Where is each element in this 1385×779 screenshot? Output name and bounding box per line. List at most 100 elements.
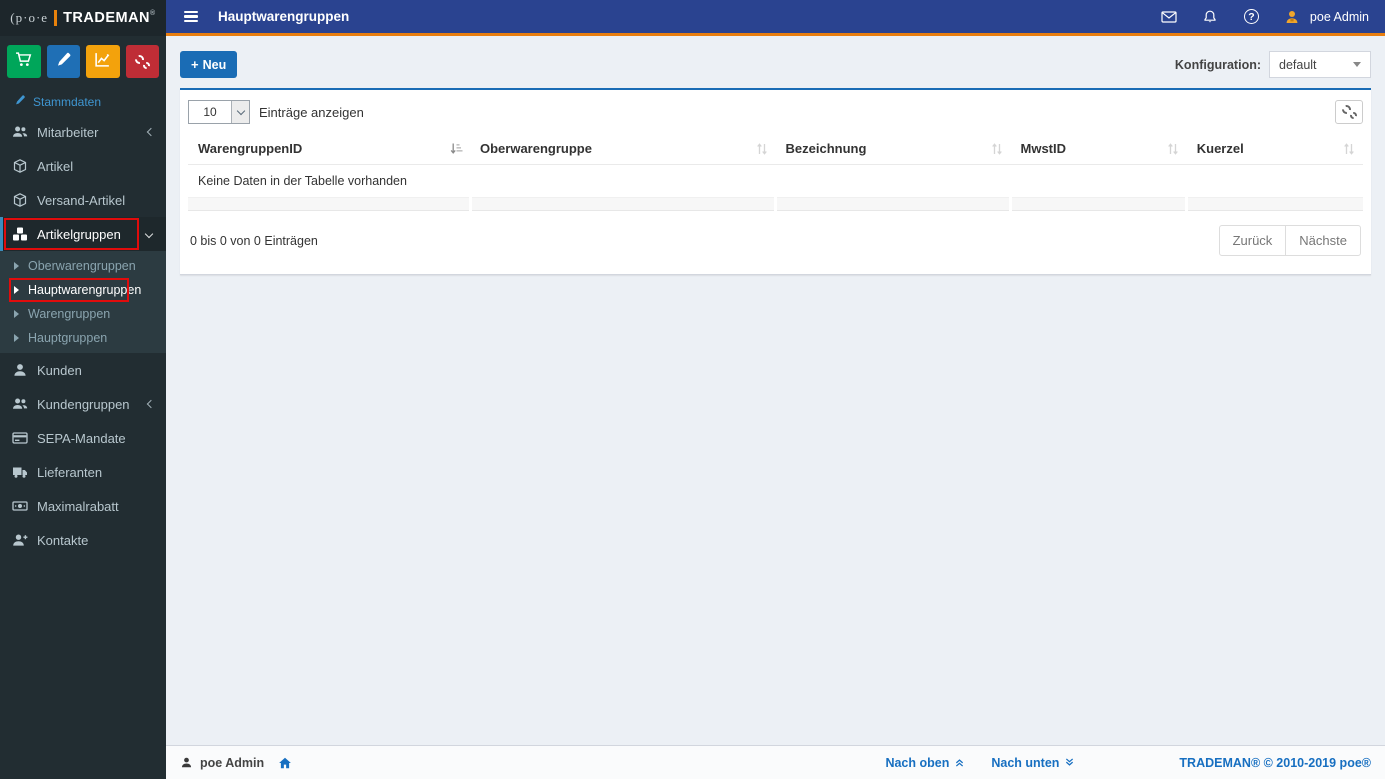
table-empty-row: Keine Daten in der Tabelle vorhanden xyxy=(188,164,1363,198)
sidebar-item-maximalrabatt[interactable]: Maximalrabatt xyxy=(0,489,166,523)
envelope-icon[interactable] xyxy=(1161,8,1178,25)
scroll-top-link[interactable]: Nach oben xyxy=(885,756,965,770)
footer: poe Admin Nach oben Nach unten TRADEMAN®… xyxy=(166,745,1385,779)
sidebar-subitem-oberwarengruppen[interactable]: Oberwarengruppen xyxy=(0,254,166,278)
column-header-kuerzel[interactable]: Kuerzel xyxy=(1186,133,1363,165)
sidebar-item-kundengruppen[interactable]: Kundengruppen xyxy=(0,387,166,421)
sidebar-item-sepa-mandate[interactable]: SEPA-Mandate xyxy=(0,421,166,455)
chevron-left-icon xyxy=(146,399,156,409)
toolbar: + Neu Konfiguration: default xyxy=(180,51,1371,78)
topbar: Hauptwarengruppen ? poe Admin xyxy=(166,0,1385,36)
user-menu[interactable]: poe Admin xyxy=(1284,8,1369,25)
user-plus-icon xyxy=(12,532,28,548)
copyright-text: TRADEMAN® © 2010-2019 poe® xyxy=(1179,755,1371,770)
sort-both-icon xyxy=(990,142,1004,156)
caret-right-icon xyxy=(14,334,19,342)
sidebar-item-kontakte[interactable]: Kontakte xyxy=(0,523,166,557)
sidebar-item-kunden[interactable]: Kunden xyxy=(0,353,166,387)
caret-right-icon xyxy=(14,262,19,270)
table-panel: 10 Einträge anzeigen WarengruppenID Ober… xyxy=(180,88,1371,275)
cart-icon xyxy=(15,51,32,73)
column-header-bezeichnung[interactable]: Bezeichnung xyxy=(775,133,1011,165)
next-page-button[interactable]: Nächste xyxy=(1285,225,1361,256)
sort-both-icon xyxy=(1342,142,1356,156)
box-icon xyxy=(12,158,28,174)
footer-links: Nach oben Nach unten TRADEMAN® © 2010-20… xyxy=(885,756,1371,770)
cogs-icon xyxy=(1341,105,1357,119)
configuration-control: Konfiguration: default xyxy=(1175,51,1371,78)
chart-button[interactable] xyxy=(86,45,120,78)
user-icon xyxy=(181,757,192,768)
cart-button[interactable] xyxy=(7,45,41,78)
truck-icon xyxy=(12,464,28,480)
column-header-oberwarengruppe[interactable]: Oberwarengruppe xyxy=(470,133,776,165)
sidebar-subitem-hauptgruppen[interactable]: Hauptgruppen xyxy=(0,326,166,350)
edit-button[interactable] xyxy=(46,45,80,78)
logo-poe-text: (p·o·e xyxy=(10,10,49,25)
settings-button[interactable] xyxy=(125,45,159,78)
page-title: Hauptwarengruppen xyxy=(218,9,350,24)
sort-both-icon xyxy=(755,142,769,156)
table-header-row: WarengruppenID Oberwarengruppe Bezeichnu… xyxy=(188,133,1363,165)
quick-action-bar xyxy=(0,36,166,86)
caret-down-icon xyxy=(231,101,249,123)
sidebar-menu: Mitarbeiter Artikel Versand-Artikel Arti… xyxy=(0,115,166,557)
chart-icon xyxy=(94,51,111,73)
sidebar-item-mitarbeiter[interactable]: Mitarbeiter xyxy=(0,115,166,149)
sort-both-icon xyxy=(1166,142,1180,156)
boxes-icon xyxy=(12,226,28,242)
user-name: poe Admin xyxy=(1309,9,1369,24)
help-icon[interactable]: ? xyxy=(1243,8,1260,25)
sidebar-submenu-artikelgruppen: Oberwarengruppen Hauptwarengruppen Waren… xyxy=(0,251,166,353)
topbar-actions: ? poe Admin xyxy=(1161,8,1369,25)
caret-down-icon xyxy=(1353,62,1361,67)
sidebar: (p·o·e TRADEMAN® Stammdaten Mitarbeiter … xyxy=(0,0,166,779)
plus-icon: + xyxy=(191,57,199,72)
pagination-buttons: Zurück Nächste xyxy=(1218,225,1361,256)
new-button[interactable]: + Neu xyxy=(180,51,238,78)
content: + Neu Konfiguration: default 10 Einträge… xyxy=(166,36,1385,745)
sidebar-subitem-warengruppen[interactable]: Warengruppen xyxy=(0,302,166,326)
column-header-mwstid[interactable]: MwstID xyxy=(1010,133,1187,165)
sidebar-item-lieferanten[interactable]: Lieferanten xyxy=(0,455,166,489)
configuration-select[interactable]: default xyxy=(1269,51,1371,78)
page-length-select[interactable]: 10 xyxy=(188,100,250,124)
angle-double-up-icon xyxy=(956,759,964,767)
money-icon xyxy=(12,498,28,514)
logo-divider xyxy=(54,10,58,26)
table-footer-row xyxy=(188,197,1363,211)
avatar-icon xyxy=(1284,8,1301,25)
app-logo[interactable]: (p·o·e TRADEMAN® xyxy=(0,0,166,36)
pagination-row: 0 bis 0 von 0 Einträgen Zurück Nächste xyxy=(188,211,1363,266)
table-empty-message: Keine Daten in der Tabelle vorhanden xyxy=(188,164,1363,198)
sort-amount-asc-icon xyxy=(449,142,463,156)
logo-brand-text: TRADEMAN® xyxy=(63,10,156,26)
chevron-left-icon xyxy=(146,127,156,137)
app-window: (p·o·e TRADEMAN® Stammdaten Mitarbeiter … xyxy=(0,0,1385,779)
pencil-icon xyxy=(14,94,26,109)
scroll-bottom-link[interactable]: Nach unten xyxy=(991,756,1075,770)
sidebar-item-artikelgruppen[interactable]: Artikelgruppen xyxy=(0,217,166,251)
sidebar-subitem-hauptwarengruppen[interactable]: Hauptwarengruppen xyxy=(0,278,166,302)
users-icon xyxy=(12,124,28,140)
pencil-icon xyxy=(55,51,72,73)
bell-icon[interactable] xyxy=(1202,8,1219,25)
caret-right-icon xyxy=(14,310,19,318)
box-icon xyxy=(12,192,28,208)
sidebar-item-artikel[interactable]: Artikel xyxy=(0,149,166,183)
chevron-down-icon xyxy=(144,229,154,239)
table-controls: 10 Einträge anzeigen xyxy=(188,98,1363,133)
configuration-label: Konfiguration: xyxy=(1174,57,1261,72)
table-settings-button[interactable] xyxy=(1335,100,1363,124)
sidebar-item-versand-artikel[interactable]: Versand-Artikel xyxy=(0,183,166,217)
data-table: WarengruppenID Oberwarengruppe Bezeichnu… xyxy=(188,133,1363,211)
column-header-warengruppenid[interactable]: WarengruppenID xyxy=(188,133,470,165)
previous-page-button[interactable]: Zurück xyxy=(1218,225,1287,256)
hamburger-menu-icon[interactable] xyxy=(182,7,200,27)
angle-double-down-icon xyxy=(1066,758,1074,766)
caret-right-icon xyxy=(14,286,19,294)
credit-card-icon xyxy=(12,430,28,446)
home-icon[interactable] xyxy=(278,756,292,770)
sidebar-section-stammdaten: Stammdaten xyxy=(0,86,166,115)
main-area: Hauptwarengruppen ? poe Admin + Neu Konf… xyxy=(166,0,1385,779)
